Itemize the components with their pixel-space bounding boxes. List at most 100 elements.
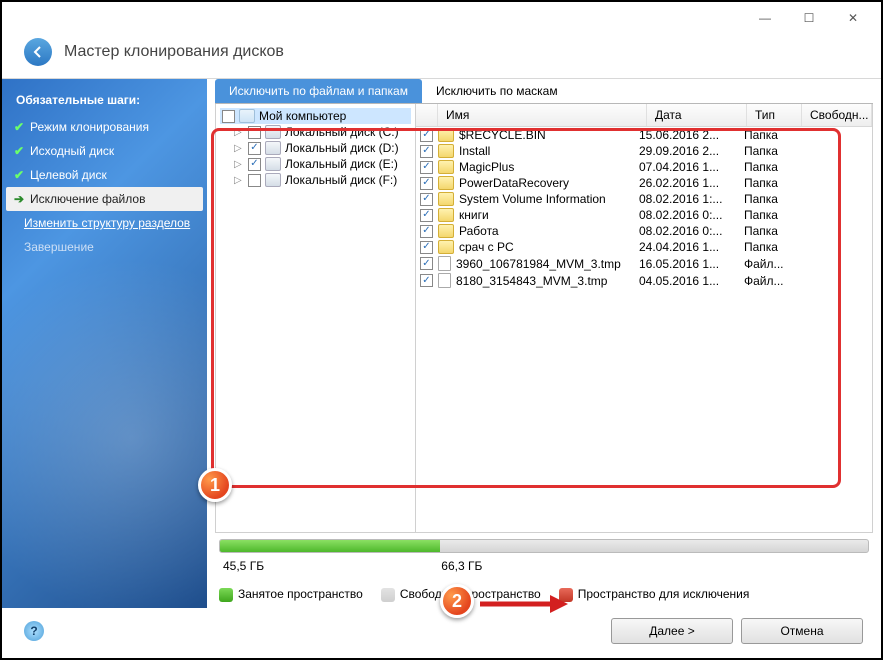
swatch-free-icon — [381, 588, 395, 602]
col-date[interactable]: Дата — [647, 104, 747, 126]
close-button[interactable]: ✕ — [831, 4, 875, 32]
file-date: 08.02.2016 1:... — [639, 192, 739, 206]
drive-icon — [265, 141, 281, 155]
checkbox[interactable] — [248, 142, 261, 155]
checkbox[interactable] — [248, 126, 261, 139]
file-type: Папка — [744, 144, 799, 158]
col-type[interactable]: Тип — [747, 104, 802, 126]
file-date: 08.02.2016 0:... — [639, 208, 739, 222]
swatch-used-icon — [219, 588, 233, 602]
list-item[interactable]: $RECYCLE.BIN 15.06.2016 2... Папка — [416, 127, 872, 143]
list-item[interactable]: 3960_106781984_MVM_3.tmp 16.05.2016 1...… — [416, 255, 872, 272]
file-type: Файл... — [744, 257, 799, 271]
legend-excl: Пространство для исключения — [578, 587, 750, 601]
file-name: 8180_3154843_MVM_3.tmp — [456, 274, 634, 288]
list-item[interactable]: Работа 08.02.2016 0:... Папка — [416, 223, 872, 239]
sidebar-item-label: Исключение файлов — [30, 192, 145, 206]
cancel-button[interactable]: Отмена — [741, 618, 863, 644]
checkbox[interactable] — [420, 145, 433, 158]
drive-label: Локальный диск (F:) — [285, 173, 397, 187]
list-item[interactable]: книги 08.02.2016 0:... Папка — [416, 207, 872, 223]
file-date: 15.06.2016 2... — [639, 128, 739, 142]
folder-icon — [438, 128, 454, 142]
tab-files[interactable]: Исключить по файлам и папкам — [215, 79, 422, 103]
file-date: 16.05.2016 1... — [639, 257, 739, 271]
tree-label: Мой компьютер — [259, 109, 346, 123]
list-item[interactable]: Install 29.09.2016 2... Папка — [416, 143, 872, 159]
checkbox[interactable] — [420, 209, 433, 222]
header: Мастер клонирования дисков — [2, 34, 881, 79]
file-date: 07.04.2016 1... — [639, 160, 739, 174]
maximize-button[interactable]: ☐ — [787, 4, 831, 32]
drive-label: Локальный диск (D:) — [285, 141, 399, 155]
checkbox[interactable] — [222, 110, 235, 123]
folder-icon — [438, 160, 454, 174]
file-type: Папка — [744, 160, 799, 174]
file-type: Файл... — [744, 274, 799, 288]
tab-masks[interactable]: Исключить по маскам — [422, 79, 572, 103]
file-date: 04.05.2016 1... — [639, 274, 739, 288]
checkbox[interactable] — [248, 158, 261, 171]
checkbox[interactable] — [420, 241, 433, 254]
tree-drive[interactable]: ▷ Локальный диск (C:) — [220, 124, 411, 140]
checkbox[interactable] — [420, 193, 433, 206]
list-item[interactable]: MagicPlus 07.04.2016 1... Папка — [416, 159, 872, 175]
page-title: Мастер клонирования дисков — [64, 43, 284, 61]
checkbox[interactable] — [420, 177, 433, 190]
file-date: 29.09.2016 2... — [639, 144, 739, 158]
expander-icon[interactable]: ▷ — [234, 175, 244, 186]
titlebar: — ☐ ✕ — [2, 2, 881, 34]
file-name: Работа — [459, 224, 634, 238]
next-button[interactable]: Далее > — [611, 618, 733, 644]
checkbox[interactable] — [420, 161, 433, 174]
drive-icon — [265, 157, 281, 171]
sidebar-item-target[interactable]: ✔Целевой диск — [2, 163, 207, 187]
tree-drive[interactable]: ▷ Локальный диск (E:) — [220, 156, 411, 172]
col-free[interactable]: Свободн... — [802, 104, 872, 126]
expander-icon[interactable]: ▷ — [234, 127, 244, 138]
expander-icon[interactable]: ▷ — [234, 159, 244, 170]
list-item[interactable]: 8180_3154843_MVM_3.tmp 04.05.2016 1... Ф… — [416, 272, 872, 289]
help-button[interactable]: ? — [24, 621, 44, 641]
folder-icon — [438, 192, 454, 206]
checkbox[interactable] — [420, 225, 433, 238]
sidebar-item-exclude[interactable]: ➔Исключение файлов — [6, 187, 203, 211]
folder-icon — [438, 176, 454, 190]
file-name: MagicPlus — [459, 160, 634, 174]
expander-icon[interactable]: ▷ — [234, 143, 244, 154]
tree-root[interactable]: Мой компьютер — [220, 108, 411, 124]
legend-used: Занятое пространство — [238, 587, 363, 601]
sidebar-item-label: Режим клонирования — [30, 120, 149, 134]
column-headers[interactable]: Имя Дата Тип Свободн... — [416, 104, 872, 127]
list-item[interactable]: System Volume Information 08.02.2016 1:.… — [416, 191, 872, 207]
checkbox[interactable] — [248, 174, 261, 187]
tree-drive[interactable]: ▷ Локальный диск (F:) — [220, 172, 411, 188]
list-item[interactable]: PowerDataRecovery 26.02.2016 1... Папка — [416, 175, 872, 191]
file-date: 08.02.2016 0:... — [639, 224, 739, 238]
file-name: 3960_106781984_MVM_3.tmp — [456, 257, 634, 271]
list-item[interactable]: срач с PC 24.04.2016 1... Папка — [416, 239, 872, 255]
folder-icon — [438, 224, 454, 238]
drive-label: Локальный диск (C:) — [285, 125, 399, 139]
folder-icon — [438, 240, 454, 254]
tree-pane[interactable]: Мой компьютер ▷ Локальный диск (C:)▷ Лок… — [216, 104, 416, 532]
drive-label: Локальный диск (E:) — [285, 157, 398, 171]
sidebar-item-label: Изменить структуру разделов — [24, 216, 190, 230]
rows[interactable]: $RECYCLE.BIN 15.06.2016 2... Папка Insta… — [416, 127, 872, 532]
sidebar-item-source[interactable]: ✔Исходный диск — [2, 139, 207, 163]
drive-icon — [265, 125, 281, 139]
legend: Занятое пространство Свободное пространс… — [215, 581, 873, 608]
minimize-button[interactable]: — — [743, 4, 787, 32]
tree-drive[interactable]: ▷ Локальный диск (D:) — [220, 140, 411, 156]
checkbox[interactable] — [420, 129, 433, 142]
col-name[interactable]: Имя — [438, 104, 647, 126]
sidebar-item-structure[interactable]: Изменить структуру разделов — [2, 211, 207, 235]
back-button[interactable] — [24, 38, 52, 66]
file-type: Папка — [744, 224, 799, 238]
file-name: $RECYCLE.BIN — [459, 128, 634, 142]
checkbox[interactable] — [420, 274, 433, 287]
checkbox[interactable] — [420, 257, 433, 270]
sidebar-item-mode[interactable]: ✔Режим клонирования — [2, 115, 207, 139]
sidebar-item-label: Завершение — [24, 240, 94, 254]
folder-icon — [438, 208, 454, 222]
